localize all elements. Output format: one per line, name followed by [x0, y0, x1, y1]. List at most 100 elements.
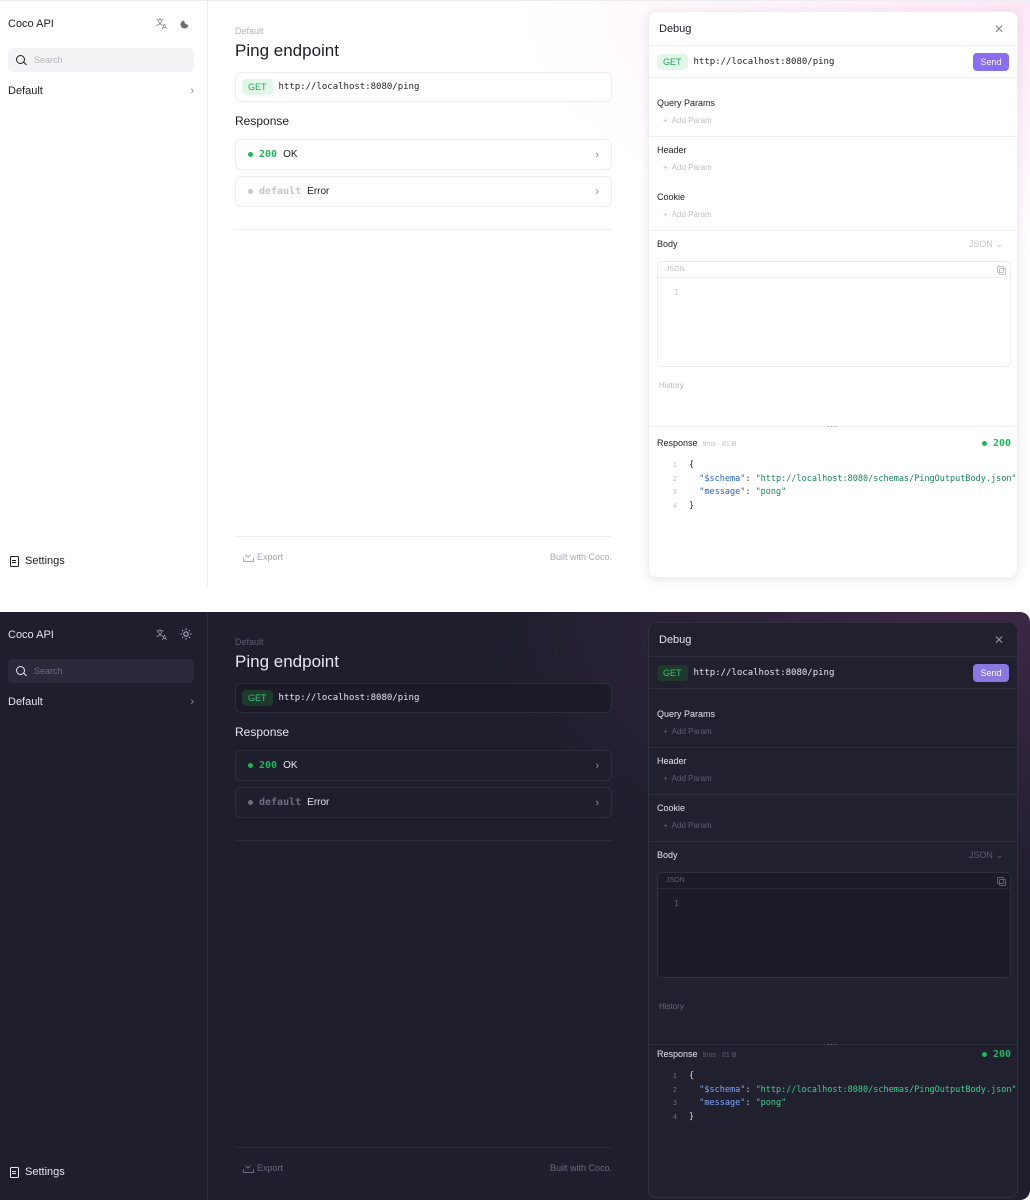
header-label: Header [657, 145, 687, 155]
built-with-label[interactable]: Built with Coco. [550, 1163, 612, 1173]
json-punctuation: } [689, 1111, 695, 1122]
chevron-right-icon: › [595, 796, 599, 809]
page-title: Ping endpoint [235, 41, 339, 60]
body-editor[interactable]: JSON 1 [657, 872, 1011, 978]
breadcrumb[interactable]: Default [235, 637, 264, 647]
response-label: Response [657, 1049, 698, 1059]
body-type-select[interactable]: JSON ⌄ [969, 239, 1003, 250]
add-query-param-button[interactable]: + Add Param [663, 727, 712, 736]
resize-handle[interactable]: ... [827, 419, 838, 429]
main-content: Default Ping endpoint GET http://localho… [208, 1, 636, 588]
add-header-param-button[interactable]: + Add Param [663, 163, 712, 172]
json-punctuation: } [689, 500, 695, 511]
debug-header: Debug ✕ [649, 623, 1017, 657]
add-header-param-button[interactable]: + Add Param [663, 774, 712, 783]
add-param-label: Add Param [671, 163, 712, 172]
divider [649, 747, 1017, 748]
debug-url-bar: GET http://localhost:8080/ping Send [649, 46, 1017, 78]
main-content: Default Ping endpoint GET http://localho… [208, 612, 636, 1200]
plus-icon: + [663, 116, 668, 125]
json-punctuation: , [1017, 1084, 1018, 1098]
response-row-default[interactable]: default Error › [235, 176, 612, 207]
close-icon[interactable]: ✕ [994, 22, 1004, 36]
body-type-value: JSON [968, 850, 993, 860]
search-icon [16, 54, 27, 66]
response-text: OK [283, 760, 298, 771]
body-type-select[interactable]: JSON ⌄ [969, 850, 1003, 861]
document-icon [10, 1166, 19, 1178]
chevron-right-icon: › [595, 148, 599, 161]
divider [649, 841, 1017, 842]
status-dot [248, 800, 253, 805]
editor-line-number: 1 [674, 288, 679, 297]
json-punctuation [689, 473, 699, 487]
response-status-code: 200 [992, 1049, 1011, 1060]
chevron-right-icon: › [190, 696, 194, 708]
line-number: 3 [672, 1099, 677, 1107]
copy-icon[interactable] [997, 266, 1006, 275]
line-number: 4 [672, 501, 677, 510]
response-status: 200 [981, 438, 1011, 449]
response-code: default [259, 186, 302, 197]
moon-icon[interactable] [179, 17, 193, 31]
search-input[interactable] [34, 55, 184, 65]
debug-title: Debug [659, 633, 692, 646]
add-param-label: Add Param [671, 774, 712, 783]
sidebar-item-default[interactable]: Default › [8, 83, 194, 99]
resize-handle[interactable]: ... [827, 1037, 838, 1047]
plus-icon: + [663, 727, 668, 736]
download-icon [243, 553, 254, 562]
built-with-label[interactable]: Built with Coco. [550, 552, 612, 562]
copy-icon[interactable] [997, 877, 1006, 886]
search-box[interactable] [8, 659, 194, 683]
editor-toolbar: JSON [658, 262, 1010, 278]
response-row-default[interactable]: default Error › [235, 787, 612, 818]
search-box[interactable] [8, 48, 194, 72]
response-row-200[interactable]: 200 OK › [235, 750, 612, 781]
json-punctuation [689, 486, 699, 500]
response-code-block: 1{2 "$schema": "http://localhost:8080/sc… [659, 1070, 1018, 1124]
translate-icon[interactable]: 文A [155, 17, 169, 31]
method-badge[interactable]: GET [657, 53, 688, 70]
sidebar-item-default[interactable]: Default › [8, 694, 194, 710]
method-badge[interactable]: GET [657, 664, 688, 681]
send-button[interactable]: Send [973, 53, 1009, 71]
history-link[interactable]: History [659, 1002, 684, 1011]
breadcrumb[interactable]: Default [235, 26, 264, 36]
add-param-label: Add Param [671, 821, 712, 830]
sidebar: Coco API 文A Default › Settings [0, 1, 208, 588]
json-string: "pong" [755, 487, 787, 497]
export-button[interactable]: Export [243, 552, 283, 562]
query-params-label: Query Params [657, 98, 716, 108]
sun-icon[interactable] [179, 628, 193, 642]
plus-icon: + [663, 210, 668, 219]
debug-url-input[interactable]: http://localhost:8080/ping [694, 668, 835, 678]
json-string: "http://localhost:8080/schemas/PingOutpu… [755, 1084, 1017, 1095]
app-dark-theme: Coco API 文A Default › Settings Default P… [0, 612, 1030, 1200]
line-number: 4 [672, 1112, 677, 1121]
send-button[interactable]: Send [973, 664, 1009, 682]
add-cookie-param-button[interactable]: + Add Param [663, 821, 712, 830]
search-input[interactable] [34, 666, 184, 676]
plus-icon: + [663, 821, 668, 830]
status-dot [981, 441, 987, 446]
response-row-200[interactable]: 200 OK › [235, 139, 612, 170]
add-query-param-button[interactable]: + Add Param [663, 116, 712, 125]
translate-icon[interactable]: 文A [155, 628, 169, 642]
response-meta: 9ms · 81 B [702, 441, 737, 448]
export-label: Export [257, 1163, 284, 1173]
settings-button[interactable]: Settings [10, 1166, 65, 1178]
response-text: Error [307, 186, 330, 197]
export-button[interactable]: Export [243, 1163, 283, 1173]
body-editor[interactable]: JSON 1 [657, 261, 1011, 367]
add-cookie-param-button[interactable]: + Add Param [663, 210, 712, 219]
debug-response-header: Response 9ms · 81 B 200 [657, 438, 1011, 449]
close-icon[interactable]: ✕ [994, 633, 1004, 647]
history-link[interactable]: History [659, 381, 684, 390]
debug-url-input[interactable]: http://localhost:8080/ping [694, 57, 835, 67]
response-label: Response [657, 438, 698, 448]
line-number: 1 [672, 1072, 677, 1080]
settings-button[interactable]: Settings [10, 555, 65, 567]
code-line: 4} [659, 500, 1017, 514]
settings-label: Settings [25, 555, 65, 567]
